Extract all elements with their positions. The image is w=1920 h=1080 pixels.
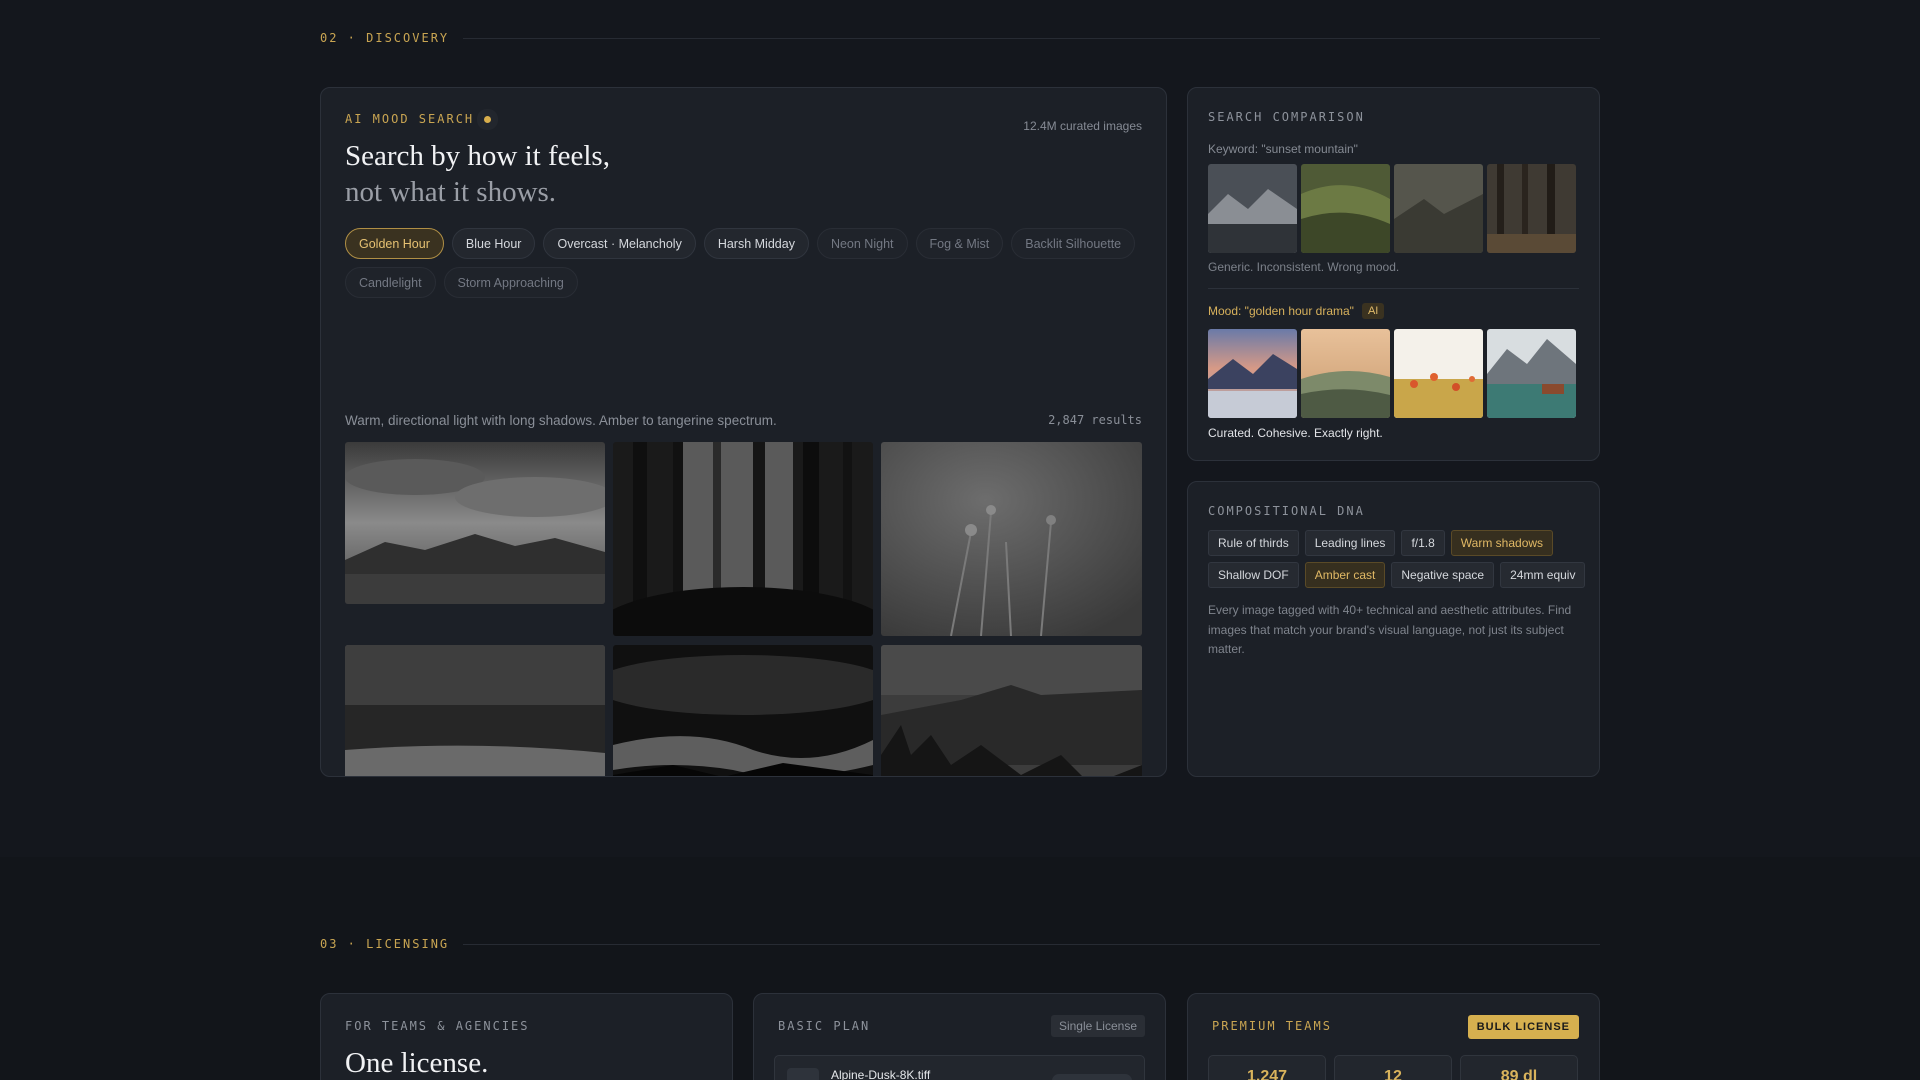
section-label: 02 · DISCOVERY [320, 31, 450, 45]
comparison-divider [1208, 288, 1579, 289]
teams-headline: One license. [345, 1047, 489, 1079]
section-header-discovery: 02 · DISCOVERY [320, 30, 1600, 46]
result-image[interactable] [613, 442, 873, 636]
compositional-dna-card: COMPOSITIONAL DNA Rule of thirds Leading… [1187, 481, 1600, 777]
file-row[interactable]: Alpine-Dusk-8K.tiff [774, 1055, 1145, 1080]
mood-thumb[interactable] [1208, 329, 1297, 418]
comparison-title: SEARCH COMPARISON [1208, 110, 1365, 124]
file-icon [787, 1068, 819, 1080]
section-label: 03 · LICENSING [320, 937, 450, 951]
mood-thumb[interactable] [1487, 329, 1576, 418]
ai-mood-search-tag: AI MOOD SEARCH [345, 104, 503, 134]
result-image[interactable] [881, 645, 1142, 776]
chip-harsh-midday[interactable]: Harsh Midday [703, 228, 809, 259]
headline-sub: not what it shows. [345, 176, 557, 208]
keyword-thumb[interactable] [1208, 164, 1297, 253]
mood-search-card: AI MOOD SEARCH 12.4M curated images Sear… [320, 87, 1167, 777]
mood-thumbs [1208, 329, 1576, 418]
basic-plan-title: BASIC PLAN [778, 1019, 871, 1033]
keyword-thumbs [1208, 164, 1576, 253]
dna-tag[interactable]: Rule of thirds [1208, 530, 1299, 556]
stat-value: 1,247 [1208, 1055, 1326, 1080]
mood-chips: Golden Hour Blue Hour Overcast · Melanch… [345, 228, 1145, 298]
chip-blue-hour[interactable]: Blue Hour [451, 228, 536, 259]
chip-neon-night[interactable]: Neon Night [816, 228, 908, 259]
single-license-badge: Single License [1050, 1015, 1145, 1037]
dna-tag[interactable]: 24mm equiv [1500, 562, 1586, 588]
chip-overcast-melancholy[interactable]: Overcast · Melancholy [543, 228, 696, 259]
bulk-license-badge: BULK LICENSE [1467, 1015, 1579, 1039]
mood-label: Mood: "golden hour drama" [1208, 304, 1354, 318]
results-count: 2,847 results [1048, 413, 1142, 427]
file-status-pill [1052, 1074, 1132, 1080]
teams-card: FOR TEAMS & AGENCIES One license. [320, 993, 733, 1080]
mood-thumb[interactable] [1301, 329, 1390, 418]
result-image[interactable] [881, 442, 1142, 636]
chip-storm-approaching[interactable]: Storm Approaching [443, 267, 578, 298]
dna-tag[interactable]: Shallow DOF [1208, 562, 1299, 588]
premium-stats: 1,247 12 89 dl [1208, 1055, 1578, 1080]
result-image[interactable] [613, 645, 873, 776]
dna-tags: Rule of thirds Leading lines f/1.8 Warm … [1208, 530, 1588, 588]
tag-label: AI MOOD SEARCH [345, 112, 475, 126]
keyword-label: Keyword: "sunset mountain" [1208, 142, 1358, 156]
stat-value: 12 [1334, 1055, 1452, 1080]
result-image[interactable] [345, 645, 605, 776]
section-divider [463, 943, 1600, 945]
keyword-caption: Generic. Inconsistent. Wrong mood. [1208, 260, 1400, 274]
dna-tag[interactable]: Amber cast [1304, 562, 1386, 588]
headline: Search by how it feels, not what it show… [345, 138, 610, 210]
file-name: Alpine-Dusk-8K.tiff [831, 1068, 931, 1080]
teams-title: FOR TEAMS & AGENCIES [345, 1019, 530, 1033]
mood-caption: Curated. Cohesive. Exactly right. [1208, 426, 1383, 440]
keyword-thumb[interactable] [1487, 164, 1576, 253]
premium-title: PREMIUM TEAMS [1212, 1019, 1332, 1033]
result-image[interactable] [345, 442, 605, 604]
section-divider [463, 37, 1600, 39]
chip-backlit-silhouette[interactable]: Backlit Silhouette [1011, 228, 1136, 259]
keyword-thumb[interactable] [1301, 164, 1390, 253]
stat-value: 89 dl [1460, 1055, 1578, 1080]
chip-fog-mist[interactable]: Fog & Mist [915, 228, 1004, 259]
mood-thumb[interactable] [1394, 329, 1483, 418]
curated-count: 12.4M curated images [1023, 119, 1142, 133]
chip-candlelight[interactable]: Candlelight [345, 267, 436, 298]
headline-main: Search by how it feels, [345, 140, 610, 172]
dna-description: Every image tagged with 40+ technical an… [1208, 603, 1572, 656]
dna-tag[interactable]: Leading lines [1304, 530, 1396, 556]
premium-teams-card: PREMIUM TEAMS BULK LICENSE 1,247 12 89 d… [1187, 993, 1600, 1080]
chip-golden-hour[interactable]: Golden Hour [345, 228, 444, 259]
dna-tag[interactable]: Negative space [1391, 562, 1495, 588]
dna-tag[interactable]: Warm shadows [1450, 530, 1554, 556]
section-header-licensing: 03 · LICENSING [320, 936, 1600, 952]
search-comparison-card: SEARCH COMPARISON Keyword: "sunset mount… [1187, 87, 1600, 461]
dna-title: COMPOSITIONAL DNA [1208, 504, 1365, 518]
mood-description: Warm, directional light with long shadow… [345, 413, 777, 428]
keyword-thumb[interactable] [1394, 164, 1483, 253]
ai-badge: AI [1361, 303, 1385, 319]
dna-tag[interactable]: f/1.8 [1401, 530, 1445, 556]
live-dot-icon [484, 115, 492, 123]
basic-plan-card: BASIC PLAN Single License Alpine-Dusk-8K… [753, 993, 1166, 1080]
mood-label-row: Mood: "golden hour drama" AI [1208, 303, 1385, 319]
